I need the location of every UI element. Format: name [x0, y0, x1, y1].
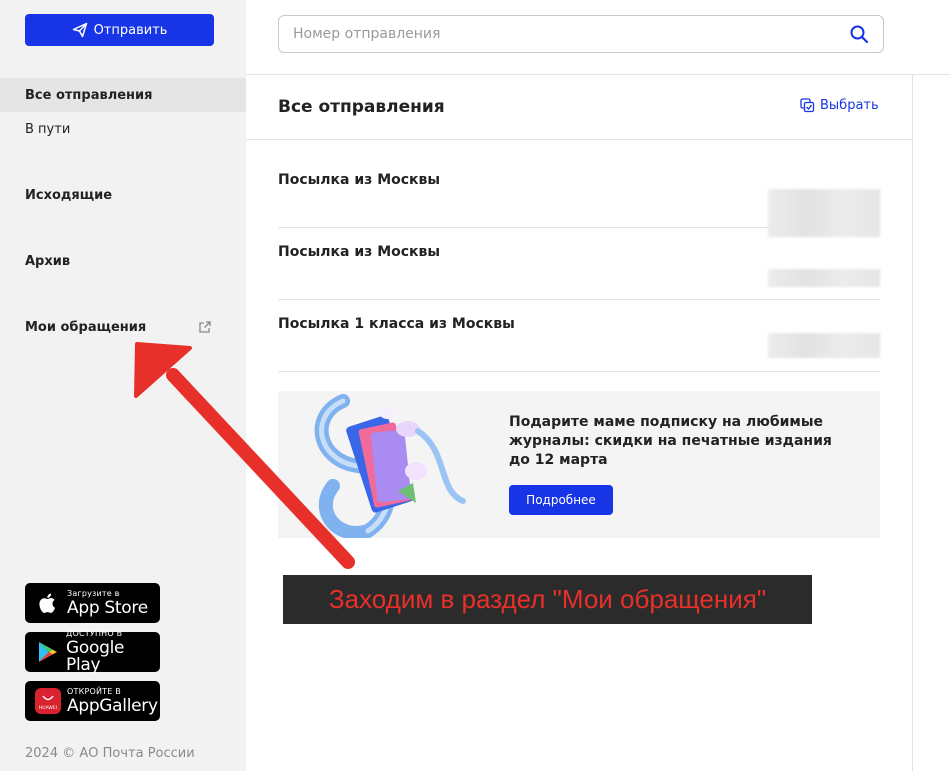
banner-text: Подарите маме подписку на любимые журнал… [509, 414, 832, 468]
top-divider [246, 74, 950, 75]
page-title: Все отправления [278, 97, 445, 117]
right-divider [912, 75, 913, 771]
blurred-info [768, 269, 880, 287]
send-button[interactable]: Отправить [25, 14, 214, 46]
parcel-title: Посылка из Москвы [278, 172, 441, 188]
select-icon [800, 98, 815, 113]
promo-illustration [314, 394, 466, 538]
sidebar: Отправить Все отправления В пути Исходящ… [0, 0, 246, 771]
sidebar-item-my-requests[interactable]: Мои обращения [0, 310, 246, 344]
search-input[interactable] [293, 26, 833, 42]
select-button-label: Выбрать [820, 98, 879, 113]
list-item[interactable]: Посылка из Москвы [278, 172, 880, 237]
header-divider [246, 139, 912, 140]
sidebar-item-label: Все отправления [25, 87, 153, 103]
blurred-info [768, 333, 880, 358]
badge-small-text: Загрузите в [67, 588, 120, 598]
send-button-label: Отправить [93, 22, 168, 38]
paper-plane-icon [72, 22, 87, 38]
list-item[interactable]: Посылка из Москвы [278, 244, 880, 300]
google-play-icon [35, 639, 60, 665]
promo-banner[interactable]: Подарите маме подписку на любимые журнал… [278, 391, 880, 538]
google-play-badge[interactable]: ДОСТУПНО В Google Play [25, 629, 160, 675]
badge-small-text: ОТКРОЙТЕ В [67, 686, 121, 696]
badge-big-text: Google Play [66, 638, 125, 675]
parcel-title: Посылка из Москвы [278, 244, 441, 260]
blurred-info [768, 189, 880, 237]
sidebar-item-label: Мои обращения [25, 319, 147, 335]
select-button[interactable]: Выбрать [800, 98, 879, 113]
sidebar-item-archive[interactable]: Архив [0, 244, 246, 278]
huawei-icon: HUAWEI [35, 688, 61, 714]
sidebar-item-all-shipments[interactable]: Все отправления [0, 78, 246, 112]
badge-big-text: AppGallery [67, 695, 158, 716]
badge-small-text: ДОСТУПНО В [66, 629, 123, 638]
huawei-icon-text: HUAWEI [39, 705, 57, 711]
parcel-title: Посылка 1 класса из Москвы [278, 316, 515, 332]
copyright: 2024 © АО Почта России [25, 746, 195, 761]
app-gallery-badge[interactable]: HUAWEI ОТКРОЙТЕ В AppGallery [25, 681, 160, 721]
banner-more-button[interactable]: Подробнее [509, 485, 613, 515]
search-box[interactable] [278, 15, 884, 53]
app-store-badge[interactable]: Загрузите в App Store [25, 583, 160, 623]
external-link-icon [199, 321, 211, 333]
list-item[interactable]: Посылка 1 класса из Москвы [278, 316, 880, 372]
badge-big-text: App Store [67, 597, 148, 618]
sidebar-item-label: Архив [25, 253, 71, 269]
annotation-caption: Заходим в раздел "Мои обращения" [283, 575, 812, 624]
sidebar-item-label: Исходящие [25, 187, 113, 203]
apple-icon [35, 590, 61, 616]
sidebar-item-in-transit[interactable]: В пути [0, 112, 246, 146]
sidebar-item-outgoing[interactable]: Исходящие [0, 178, 246, 212]
search-icon[interactable] [849, 24, 869, 44]
sidebar-item-label: В пути [25, 121, 71, 137]
